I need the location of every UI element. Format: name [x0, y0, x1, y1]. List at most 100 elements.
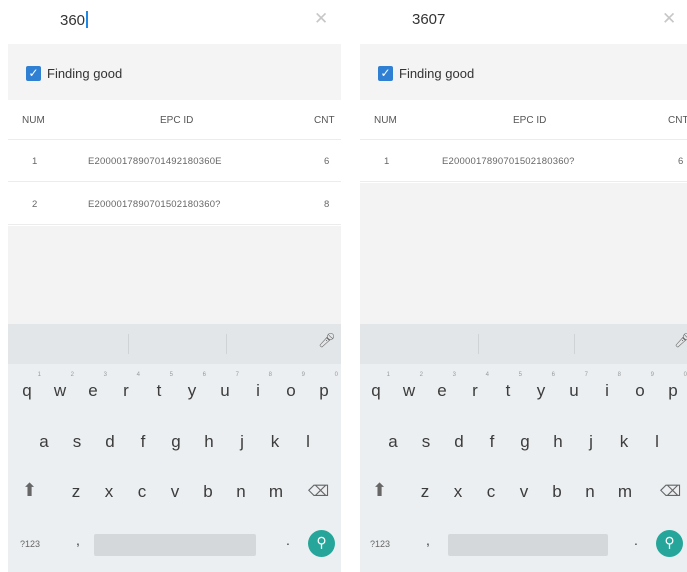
column-num: NUM [374, 115, 397, 126]
key-q[interactable]: q1 [366, 372, 390, 401]
key-u[interactable]: u7 [564, 372, 588, 401]
key-n[interactable]: n [580, 482, 600, 502]
search-input[interactable]: 360 [60, 11, 88, 29]
search-icon[interactable]: ⚲ [308, 530, 335, 557]
key-b[interactable]: b [547, 482, 567, 502]
column-epc-id: EPC ID [160, 115, 194, 126]
key-z[interactable]: z [66, 482, 86, 502]
microphone-icon[interactable]: 🎤︎ [318, 333, 336, 349]
screen-right: 3607 ✕ ✓ Finding good NUM EPC ID CNT 1 E… [360, 0, 687, 572]
divider [574, 334, 575, 354]
keyboard: 🎤︎ q1 w2 e3 r4 t5 y6 u7 i8 o9 p0 a s d f… [8, 324, 341, 572]
finding-good-checkbox[interactable]: ✓ [378, 66, 393, 81]
close-icon[interactable]: ✕ [314, 9, 328, 29]
key-w[interactable]: w2 [50, 372, 74, 401]
finding-good-label: Finding good [399, 66, 475, 81]
key-m[interactable]: m [266, 482, 286, 502]
suggestion-strip: 🎤︎ [360, 324, 687, 364]
key-c[interactable]: c [481, 482, 501, 502]
key-p[interactable]: p0 [314, 372, 338, 401]
space-bar[interactable] [94, 534, 256, 556]
key-j[interactable]: j [581, 432, 601, 452]
key-f[interactable]: f [482, 432, 502, 452]
key-s[interactable]: s [416, 432, 436, 452]
key-i[interactable]: i8 [597, 372, 621, 401]
key-t[interactable]: t5 [498, 372, 522, 401]
table-row[interactable]: 2 E2000017890701502180360? 8 [8, 183, 341, 225]
row-epc: E2000017890701492180360E [88, 156, 222, 167]
table-row[interactable]: 1 E2000017890701492180360E 6 [8, 140, 341, 182]
key-comma[interactable]: , [418, 532, 438, 548]
key-o[interactable]: o9 [630, 372, 654, 401]
key-comma[interactable]: , [68, 532, 88, 548]
key-t[interactable]: t5 [149, 372, 173, 401]
key-c[interactable]: c [132, 482, 152, 502]
column-cnt: CNT [314, 115, 335, 126]
key-u[interactable]: u7 [215, 372, 239, 401]
symbols-key[interactable]: ?123 [370, 539, 390, 549]
key-o[interactable]: o9 [281, 372, 305, 401]
key-l[interactable]: l [647, 432, 667, 452]
key-h[interactable]: h [548, 432, 568, 452]
key-i[interactable]: i8 [248, 372, 272, 401]
key-s[interactable]: s [67, 432, 87, 452]
key-f[interactable]: f [133, 432, 153, 452]
key-l[interactable]: l [298, 432, 318, 452]
shift-icon[interactable]: ⬆ [22, 480, 37, 501]
key-j[interactable]: j [232, 432, 252, 452]
key-e[interactable]: e3 [432, 372, 456, 401]
key-y[interactable]: y6 [182, 372, 206, 401]
search-icon[interactable]: ⚲ [656, 530, 683, 557]
key-r[interactable]: r4 [116, 372, 140, 401]
text-cursor [86, 11, 88, 28]
key-y[interactable]: y6 [531, 372, 555, 401]
row-cnt: 6 [324, 156, 330, 167]
column-num: NUM [22, 115, 45, 126]
row-num: 1 [384, 156, 390, 167]
key-b[interactable]: b [198, 482, 218, 502]
backspace-icon[interactable]: ⌫ [660, 482, 681, 500]
list-empty-area [8, 226, 341, 324]
filter-row: ✓ Finding good [8, 44, 341, 100]
key-q[interactable]: q1 [17, 372, 41, 401]
key-p[interactable]: p0 [663, 372, 687, 401]
row-num: 2 [32, 199, 38, 210]
key-k[interactable]: k [614, 432, 634, 452]
key-k[interactable]: k [265, 432, 285, 452]
key-d[interactable]: d [449, 432, 469, 452]
key-w[interactable]: w2 [399, 372, 423, 401]
key-v[interactable]: v [165, 482, 185, 502]
finding-good-checkbox[interactable]: ✓ [26, 66, 41, 81]
key-a[interactable]: a [34, 432, 54, 452]
backspace-icon[interactable]: ⌫ [308, 482, 329, 500]
key-z[interactable]: z [415, 482, 435, 502]
close-icon[interactable]: ✕ [662, 9, 676, 29]
row-cnt: 8 [324, 199, 330, 210]
key-h[interactable]: h [199, 432, 219, 452]
microphone-icon[interactable]: 🎤︎ [674, 333, 687, 349]
divider [226, 334, 227, 354]
key-e[interactable]: e3 [83, 372, 107, 401]
search-input[interactable]: 3607 [412, 11, 445, 28]
key-m[interactable]: m [615, 482, 635, 502]
table-row[interactable]: 1 E2000017890701502180360? 6 [360, 140, 687, 182]
key-period[interactable]: . [278, 532, 298, 548]
key-r[interactable]: r4 [465, 372, 489, 401]
symbols-key[interactable]: ?123 [20, 539, 40, 549]
space-bar[interactable] [448, 534, 608, 556]
key-period[interactable]: . [626, 532, 646, 548]
shift-icon[interactable]: ⬆ [372, 480, 387, 501]
key-x[interactable]: x [448, 482, 468, 502]
row-cnt: 6 [678, 156, 684, 167]
key-a[interactable]: a [383, 432, 403, 452]
key-v[interactable]: v [514, 482, 534, 502]
search-bar: 3607 ✕ [360, 0, 687, 44]
key-d[interactable]: d [100, 432, 120, 452]
screen-left: 360 ✕ ✓ Finding good NUM EPC ID CNT 1 E2… [8, 0, 341, 572]
suggestion-strip: 🎤︎ [8, 324, 341, 364]
key-n[interactable]: n [231, 482, 251, 502]
key-g[interactable]: g [166, 432, 186, 452]
table-header: NUM EPC ID CNT [360, 100, 687, 140]
key-g[interactable]: g [515, 432, 535, 452]
key-x[interactable]: x [99, 482, 119, 502]
